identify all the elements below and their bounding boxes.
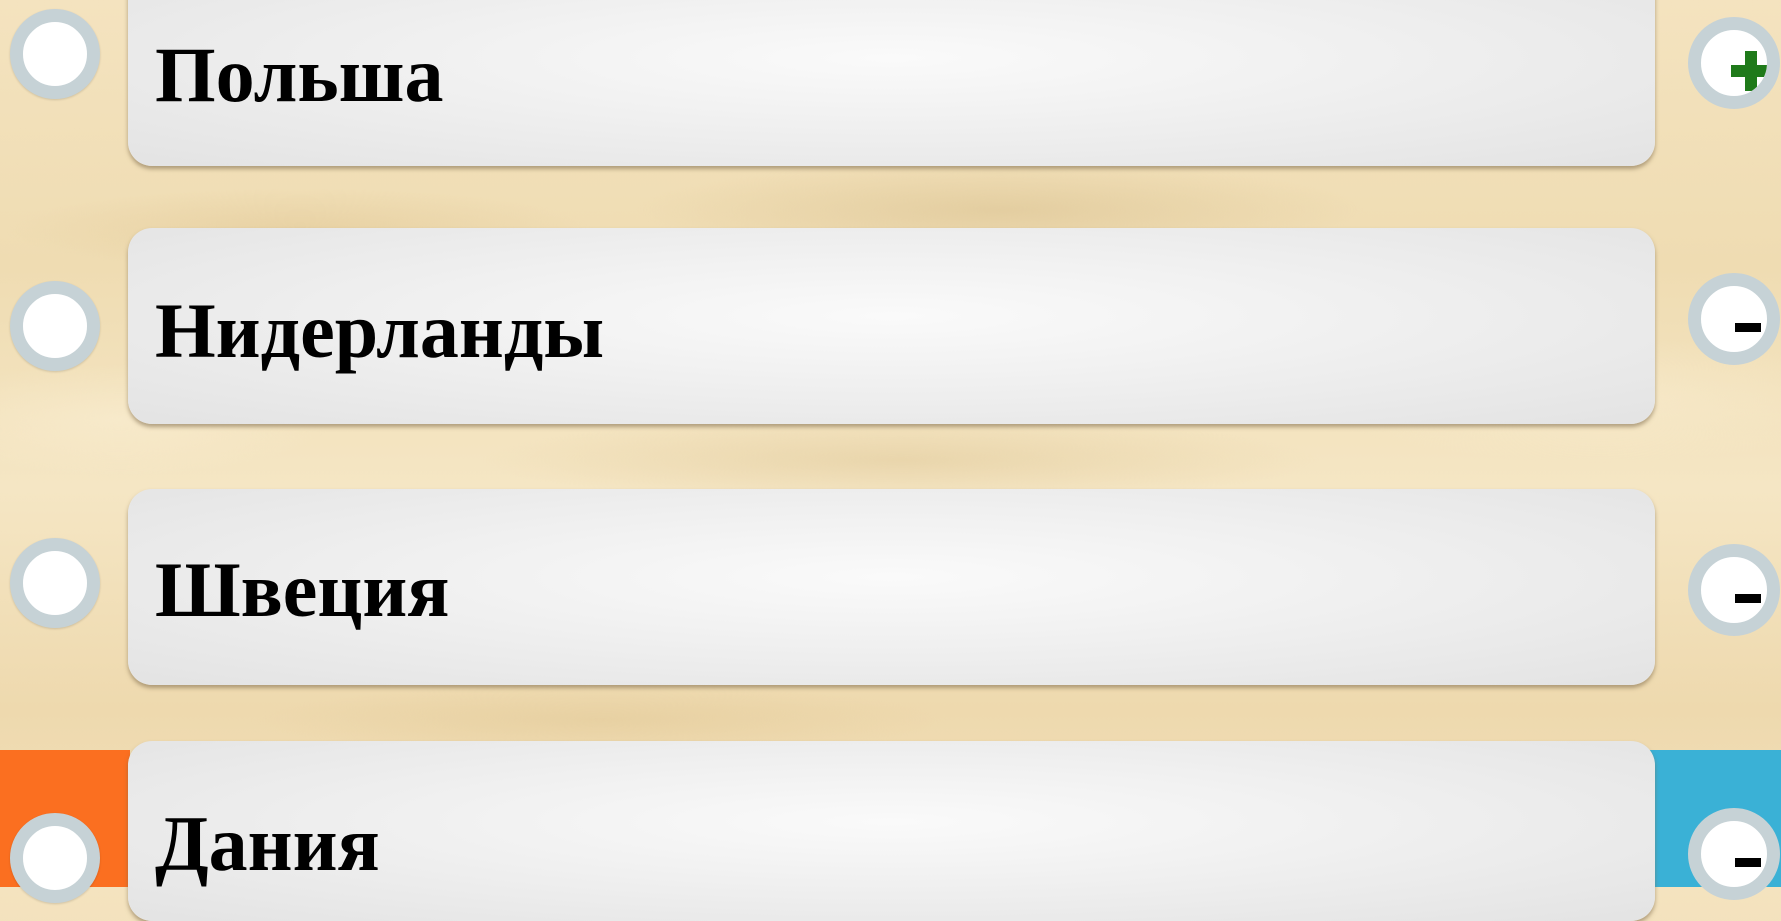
minus-icon <box>1731 307 1767 347</box>
answer-2-card[interactable]: Нидерланды <box>128 228 1655 424</box>
answer-4-radio[interactable] <box>10 813 100 903</box>
answer-4-card[interactable]: Дания <box>128 741 1655 921</box>
answer-2-score-button[interactable] <box>1688 273 1780 365</box>
minus-icon <box>1731 578 1767 618</box>
answer-4-score-button[interactable] <box>1688 808 1780 900</box>
answer-1-card[interactable]: Польша <box>128 0 1655 166</box>
answer-4-label: Дания <box>155 800 380 887</box>
answer-3-label: Швеция <box>155 546 450 633</box>
answer-3-card[interactable]: Швеция <box>128 489 1655 685</box>
answer-2-label: Нидерланды <box>155 287 605 374</box>
answer-1-score-button[interactable] <box>1688 17 1780 109</box>
plus-icon <box>1731 51 1767 91</box>
minus-icon <box>1731 842 1767 882</box>
answer-3-radio[interactable] <box>10 538 100 628</box>
answer-3-score-button[interactable] <box>1688 544 1780 636</box>
answer-1-label: Польша <box>155 31 444 118</box>
answer-1-radio[interactable] <box>10 9 100 99</box>
answer-2-radio[interactable] <box>10 281 100 371</box>
